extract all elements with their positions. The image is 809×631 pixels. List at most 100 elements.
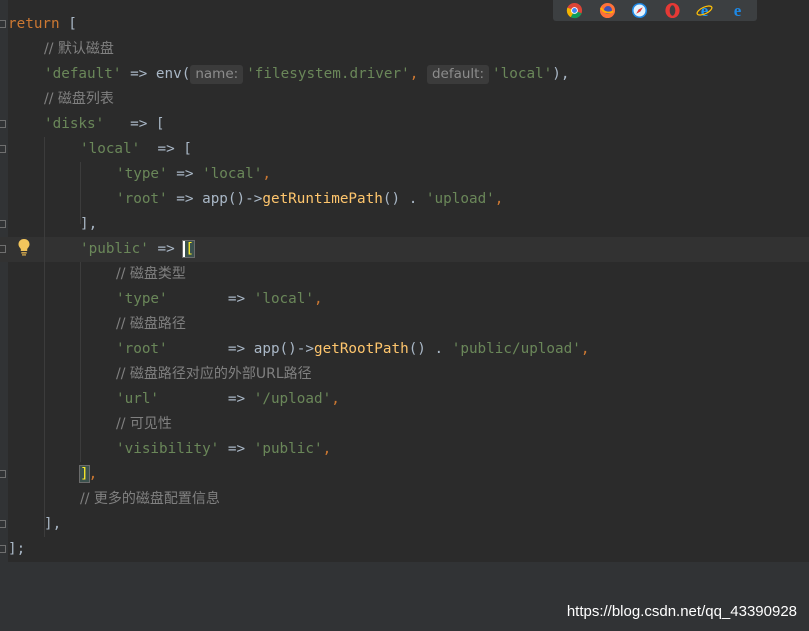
code-editor[interactable]: return [ // 默认磁盘 'default' => env(name: '… [0, 0, 809, 562]
code-text: () . [382, 191, 426, 207]
svg-text:e: e [701, 2, 709, 19]
indent-guide [80, 262, 81, 462]
code-line[interactable]: 'public' => [ [80, 237, 195, 262]
function-call: app()-> [253, 341, 314, 357]
array-key: 'root' [116, 191, 168, 207]
code-line[interactable]: ]; [8, 537, 25, 562]
opera-icon[interactable] [664, 2, 681, 19]
function-call: env( [155, 66, 191, 82]
string-literal: 'public/upload' [451, 341, 581, 357]
code-line[interactable]: 'url' => '/upload', [116, 387, 340, 412]
keyword: return [8, 16, 60, 32]
fold-marker-icon[interactable] [0, 520, 6, 528]
code-text: => [159, 391, 254, 407]
fold-marker-icon[interactable] [0, 120, 6, 128]
array-key: 'type' [116, 291, 168, 307]
code-line[interactable]: ], [44, 512, 61, 537]
code-line[interactable]: return [ [8, 12, 77, 37]
comment: // 磁盘路径 [116, 316, 186, 332]
function-call: app()-> [202, 191, 263, 207]
code-line[interactable]: // 可见性 [116, 412, 172, 437]
code-text: => [167, 191, 203, 207]
firefox-icon[interactable] [599, 2, 616, 19]
code-text: ], [80, 216, 98, 232]
code-text: => [167, 166, 203, 182]
code-line[interactable]: // 磁盘路径 [116, 312, 186, 337]
separator: , [262, 166, 271, 182]
matched-bracket: ] [79, 465, 90, 483]
chrome-icon[interactable] [566, 2, 583, 19]
code-line[interactable]: 'root' => app()->getRootPath() . 'public… [116, 337, 589, 362]
array-key: 'type' [116, 166, 168, 182]
method-call: getRootPath [314, 341, 409, 357]
array-key: 'root' [116, 341, 168, 357]
matched-bracket: [ [182, 240, 195, 258]
fold-marker-icon[interactable] [0, 470, 6, 478]
comment: // 磁盘路径对应的外部URL路径 [116, 366, 312, 382]
code-line[interactable]: // 磁盘路径对应的外部URL路径 [116, 362, 312, 387]
ie-icon[interactable]: e [696, 2, 713, 19]
code-text: => [148, 241, 184, 257]
code-line[interactable]: 'type' => 'local', [116, 162, 271, 187]
comment: // 默认磁盘 [44, 41, 114, 57]
safari-icon[interactable] [631, 2, 648, 19]
code-text: => [ [140, 141, 192, 157]
fold-marker-icon[interactable] [0, 545, 6, 553]
code-line[interactable]: // 默认磁盘 [44, 37, 114, 62]
string-literal: 'public' [253, 441, 323, 457]
string-literal: 'upload' [425, 191, 495, 207]
edge-icon[interactable]: e [729, 2, 746, 19]
code-line[interactable]: 'local' => [ [80, 137, 192, 162]
fold-marker-icon[interactable] [0, 220, 6, 228]
separator: , [322, 441, 332, 457]
fold-marker-icon[interactable] [0, 20, 6, 28]
code-line[interactable]: 'root' => app()->getRuntimePath() . 'upl… [116, 187, 503, 212]
code-line[interactable]: 'disks' => [ [44, 112, 165, 137]
string-literal: 'local' [253, 291, 314, 307]
code-line[interactable]: // 更多的磁盘配置信息 [80, 487, 220, 512]
code-text: => [121, 66, 156, 82]
browser-preview-bar: e e [553, 0, 757, 21]
code-text: () . [408, 341, 452, 357]
array-key: 'visibility' [116, 441, 220, 457]
separator: , [494, 191, 504, 207]
fold-marker-icon[interactable] [0, 245, 6, 253]
method-call: getRuntimePath [262, 191, 383, 207]
code-text: => [219, 441, 254, 457]
code-text: => [167, 291, 254, 307]
indent-guide [44, 137, 45, 537]
comment: // 磁盘列表 [44, 91, 114, 107]
code-line[interactable]: // 磁盘类型 [116, 262, 186, 287]
code-line[interactable]: 'default' => env(name:'filesystem.driver… [44, 62, 570, 87]
separator: , [409, 66, 427, 82]
code-text: [ [59, 16, 77, 32]
separator: , [88, 466, 98, 482]
fold-marker-icon[interactable] [0, 145, 6, 153]
array-key: 'default' [44, 66, 122, 82]
lightbulb-icon[interactable] [17, 238, 31, 256]
array-key: 'url' [116, 391, 160, 407]
array-key: 'disks' [44, 116, 105, 132]
comment: // 可见性 [116, 416, 172, 432]
code-text: => [167, 341, 254, 357]
separator: , [314, 291, 323, 307]
code-line[interactable]: ], [79, 462, 98, 487]
string-literal: 'filesystem.driver' [246, 66, 410, 82]
array-key: 'local' [80, 141, 141, 157]
svg-text:e: e [734, 2, 742, 19]
code-line[interactable]: 'type' => 'local', [116, 287, 323, 312]
comment: // 更多的磁盘配置信息 [80, 491, 220, 507]
string-literal: 'local' [202, 166, 263, 182]
comment: // 磁盘类型 [116, 266, 186, 282]
string-literal: 'local' [492, 66, 553, 82]
code-text: ), [552, 66, 570, 82]
parameter-hint: name: [190, 65, 244, 84]
code-text: ], [44, 516, 62, 532]
watermark: https://blog.csdn.net/qq_43390928 [566, 603, 797, 620]
code-line[interactable]: 'visibility' => 'public', [116, 437, 331, 462]
parameter-hint: default: [426, 65, 490, 84]
code-line[interactable]: // 磁盘列表 [44, 87, 114, 112]
code-line[interactable]: ], [80, 212, 97, 237]
separator: , [331, 391, 340, 407]
separator: , [580, 341, 590, 357]
